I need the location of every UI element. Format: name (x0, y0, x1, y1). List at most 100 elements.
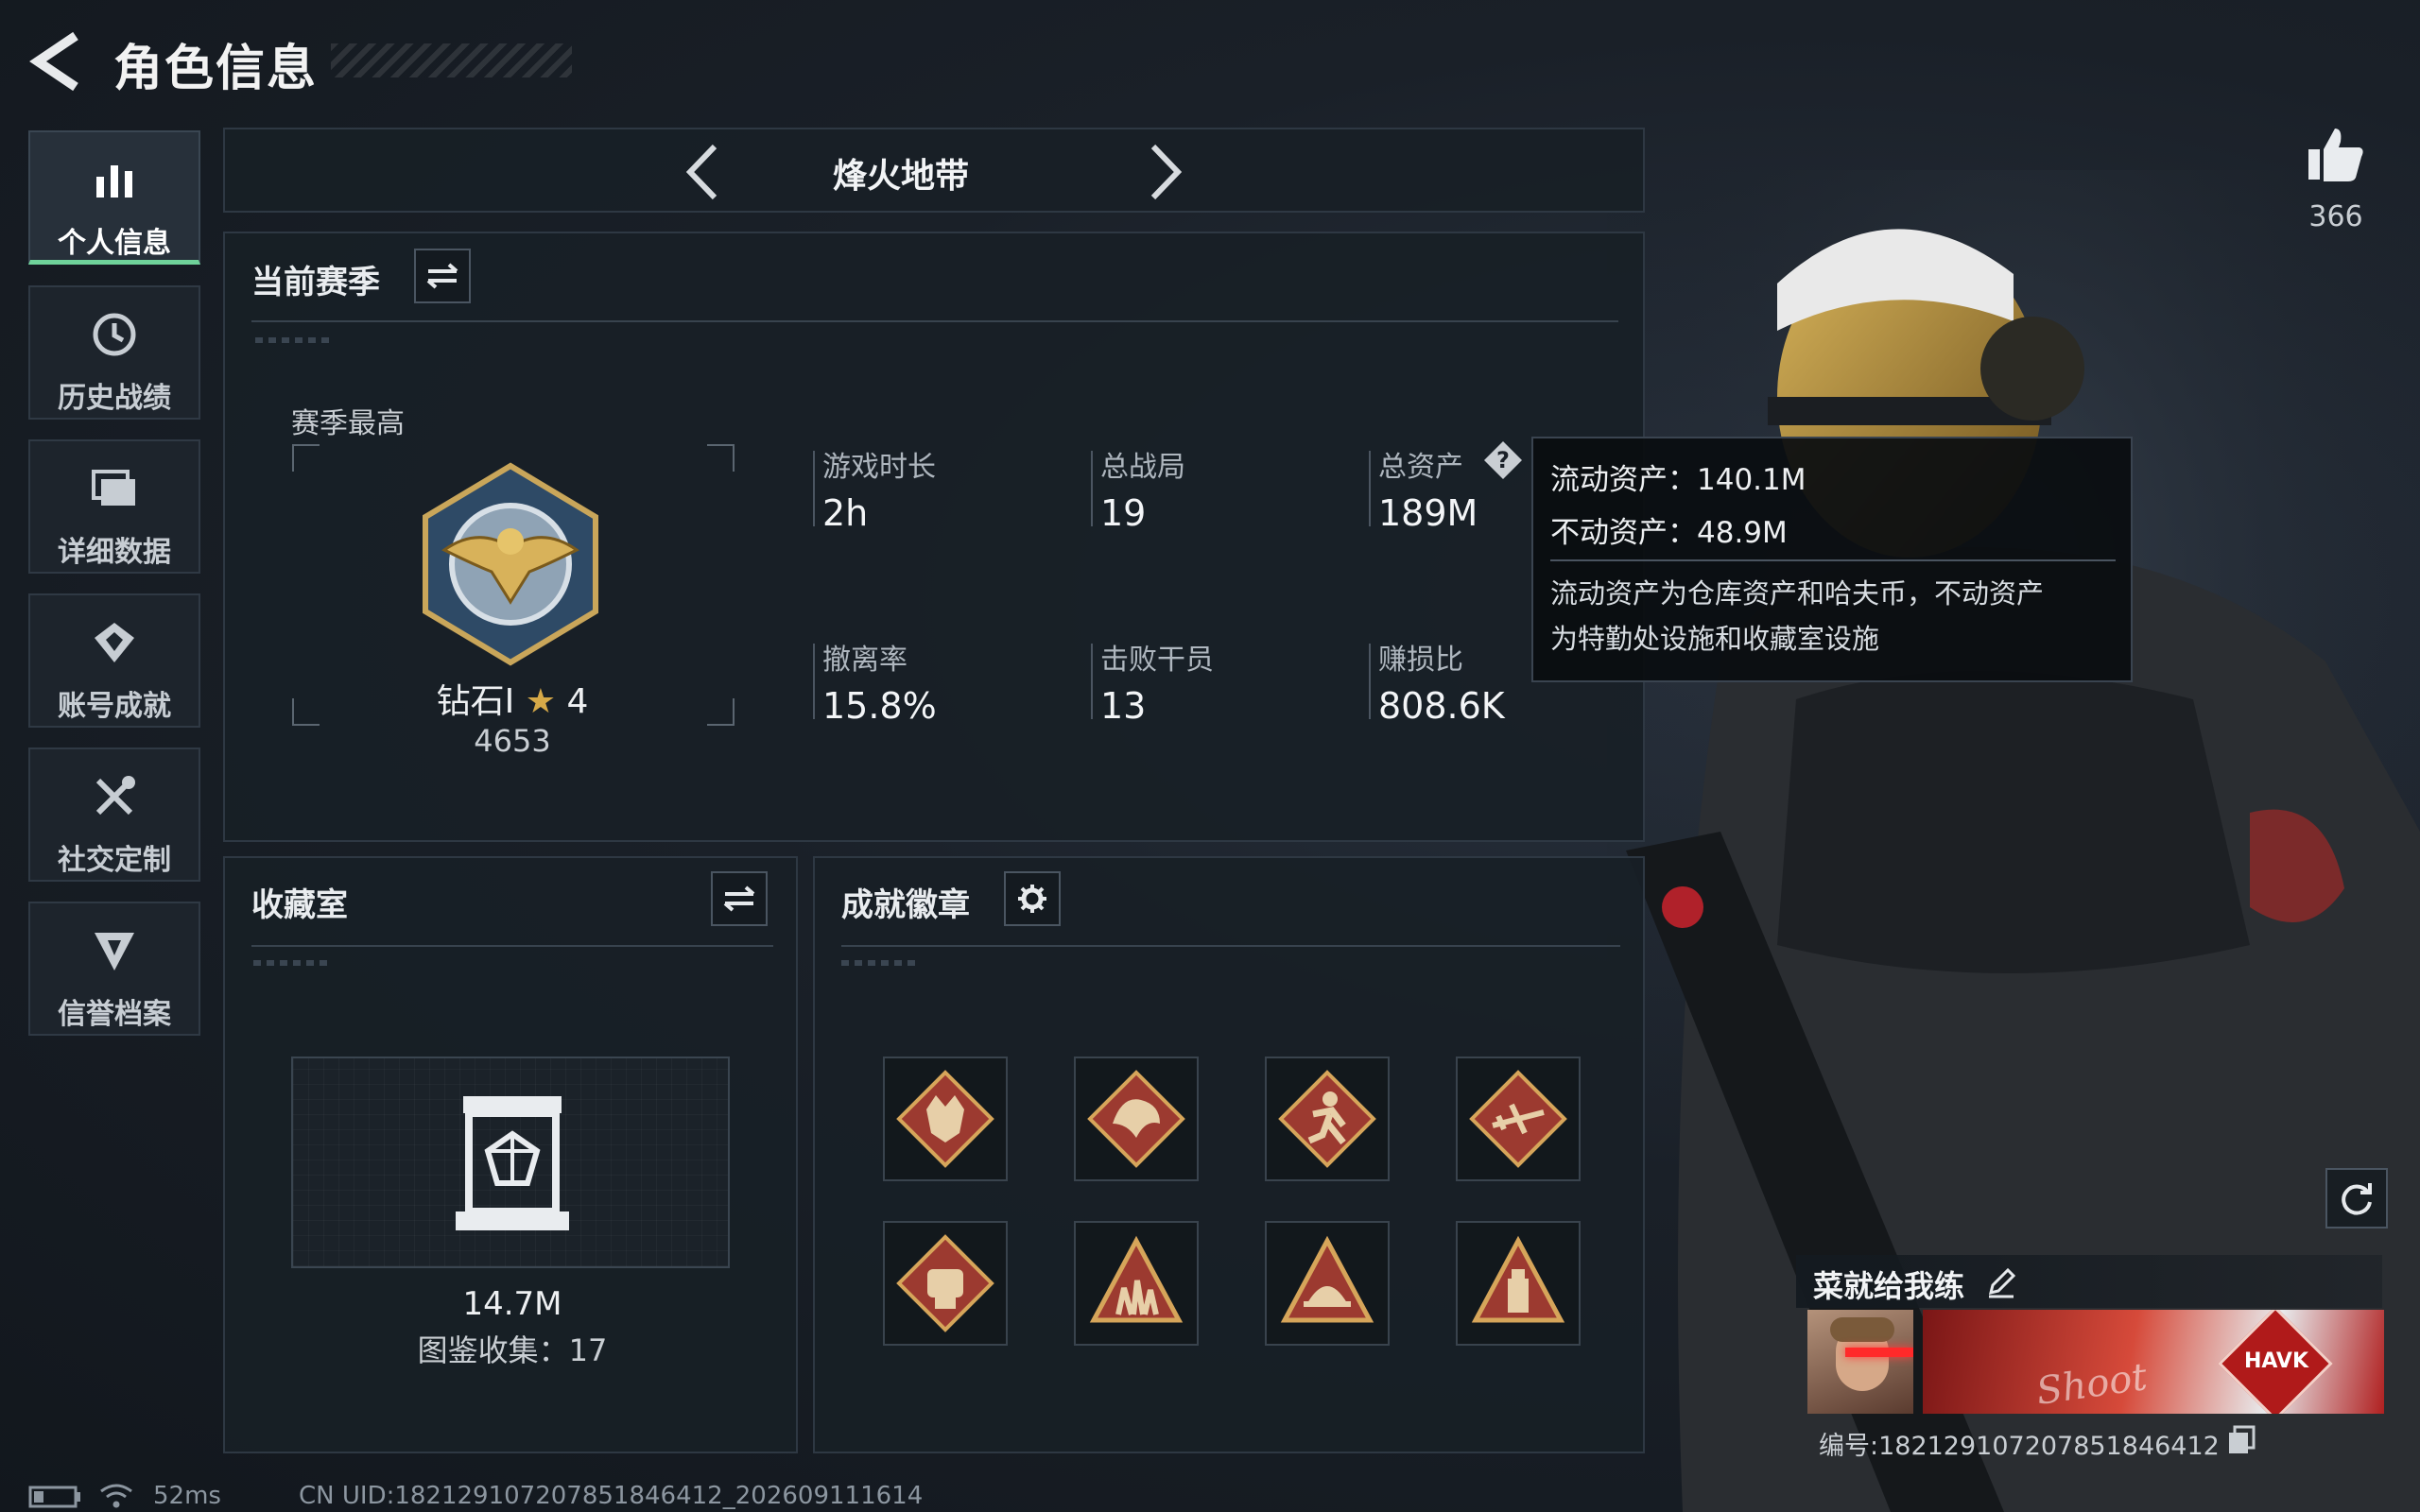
stat-label-kills: 击败干员 (1100, 644, 1214, 677)
stat-value-matches: 19 (1100, 492, 1147, 534)
panel-divider (251, 945, 773, 947)
mode-selector: 烽火地带 (223, 128, 1645, 213)
title-decoration (331, 43, 572, 77)
season-best-label: 赛季最高 (291, 407, 405, 440)
stat-label-matches: 总战局 (1100, 451, 1185, 484)
achievement-badges-panel[interactable]: 成就徽章 (813, 856, 1645, 1453)
sidebar-item-detailed-data[interactable]: 详细数据 (28, 439, 200, 574)
decoration (841, 960, 917, 966)
decoration (255, 337, 331, 343)
collection-switch-button[interactable] (711, 871, 768, 926)
collection-catalog: 图鉴收集：17 (417, 1332, 608, 1368)
stat-label-playtime: 游戏时长 (822, 451, 936, 484)
wifi-icon (100, 1484, 132, 1508)
collection-value: 14.7M (462, 1285, 562, 1323)
player-avatar[interactable] (1807, 1310, 1913, 1414)
rank-stars: 4 (566, 682, 589, 721)
back-arrow-icon[interactable] (26, 28, 83, 94)
decoration (253, 960, 329, 966)
sidebar-item-label: 详细数据 (58, 536, 171, 569)
season-switch-button[interactable] (414, 249, 471, 303)
diamond-rank-emblem-icon (423, 462, 598, 666)
achievements-title: 成就徽章 (841, 886, 970, 924)
rank-line: 钻石I ★ 4 (405, 674, 620, 723)
stat-divider (1369, 644, 1371, 719)
swap-icon (426, 263, 458, 289)
sidebar-item-label: 历史战绩 (58, 382, 171, 415)
current-season-panel: 当前赛季 赛季最高 钻石I ★ 4 4653 游戏时长 2h 总战局 19 总资… (223, 232, 1645, 842)
stat-divider (1369, 451, 1371, 526)
folder-icon (30, 462, 199, 515)
dragon-badge-icon[interactable] (1074, 1057, 1199, 1181)
copy-icon[interactable] (2227, 1425, 2256, 1455)
assets-tooltip: 流动资产：140.1M 不动资产：48.9M 流动资产为仓库资产和哈夫币，不动资… (1531, 437, 2133, 682)
star-icon: ★ (525, 682, 556, 721)
rotate-view-button[interactable] (2325, 1168, 2388, 1228)
helmet-badge-icon[interactable] (1265, 1221, 1390, 1346)
gear-icon (1018, 885, 1046, 913)
stat-value-kills: 13 (1100, 685, 1147, 727)
thumbs-up-icon[interactable] (2307, 125, 2365, 183)
sidebar-item-label: 信誉档案 (58, 998, 171, 1031)
sidebar-item-label: 账号成就 (58, 690, 171, 723)
achievement-icon (30, 616, 199, 669)
banner-script: Shoot (2033, 1355, 2151, 1414)
stat-value-profit-ratio: 808.6K (1378, 685, 1505, 727)
tower-badge-icon[interactable] (1456, 1221, 1581, 1346)
rank-name: 钻石I (436, 682, 515, 721)
collection-room-panel[interactable]: 收藏室 14.7M 图鉴收集：17 (223, 856, 798, 1453)
display-case-icon (456, 1096, 569, 1230)
stat-label-extract-rate: 撤离率 (822, 644, 908, 677)
rank-score: 4653 (474, 723, 551, 759)
achievements-settings-button[interactable] (1004, 871, 1061, 926)
battery-icon (28, 1486, 80, 1508)
sidebar-item-personal-info[interactable]: 个人信息 (28, 130, 200, 265)
fist-badge-icon[interactable] (883, 1221, 1008, 1346)
stat-divider (1091, 451, 1093, 526)
runner-badge-icon[interactable] (1265, 1057, 1390, 1181)
panel-divider (841, 945, 1620, 947)
reputation-icon (30, 924, 199, 977)
aircraft-badge-icon[interactable] (1456, 1057, 1581, 1181)
sidebar-item-label: 个人信息 (58, 227, 171, 260)
edit-pencil-icon[interactable] (1985, 1266, 2017, 1298)
banner-logo: HAVK (2243, 1349, 2309, 1373)
bar-chart-icon (30, 153, 199, 206)
tooltip-divider (1550, 559, 2116, 561)
stat-divider (813, 451, 815, 526)
season-title: 当前赛季 (251, 264, 380, 301)
stat-label-profit-ratio: 赚损比 (1378, 644, 1463, 677)
prev-mode-arrow-icon[interactable] (679, 141, 726, 203)
tooltip-desc-line2: 为特勤处设施和收藏室设施 (1550, 623, 1880, 655)
likes-count: 366 (2308, 200, 2363, 233)
squad-badge-icon[interactable] (1074, 1221, 1199, 1346)
uid-text: CN UID:182129107207851846412_20260911161… (299, 1482, 924, 1510)
swap-icon (723, 885, 755, 912)
stat-value-playtime: 2h (822, 492, 869, 534)
stat-value-extract-rate: 15.8% (822, 685, 937, 727)
mode-label: 烽火地带 (832, 157, 969, 196)
collection-title: 收藏室 (251, 886, 348, 924)
stat-divider (1091, 644, 1093, 719)
tools-icon (30, 770, 199, 823)
sidebar-item-label: 社交定制 (58, 844, 171, 877)
refresh-icon (2342, 1183, 2372, 1215)
tooltip-fixed-assets: 不动资产：48.9M (1550, 516, 1788, 550)
next-mode-arrow-icon[interactable] (1142, 141, 1189, 203)
player-banner[interactable]: HAVK Shoot (1923, 1310, 2384, 1414)
player-card-id: 编号:182129107207851846412 (1819, 1432, 2220, 1461)
panel-divider (251, 320, 1618, 322)
stat-divider (813, 644, 815, 719)
sidebar-item-history[interactable]: 历史战绩 (28, 285, 200, 420)
sidebar-item-social-custom[interactable]: 社交定制 (28, 747, 200, 882)
collection-preview (291, 1057, 730, 1268)
page-title: 角色信息 (113, 41, 319, 97)
help-icon[interactable]: ? (1482, 439, 1524, 481)
ping-value: 52ms (153, 1482, 221, 1510)
tooltip-desc-line1: 流动资产为仓库资产和哈夫币，不动资产 (1550, 577, 2045, 610)
sidebar-item-reputation[interactable]: 信誉档案 (28, 902, 200, 1036)
sidebar-item-achievements[interactable]: 账号成就 (28, 593, 200, 728)
stat-label-total-assets: 总资产 (1378, 451, 1463, 484)
stat-value-total-assets: 189M (1378, 492, 1478, 534)
wolf-badge-icon[interactable] (883, 1057, 1008, 1181)
